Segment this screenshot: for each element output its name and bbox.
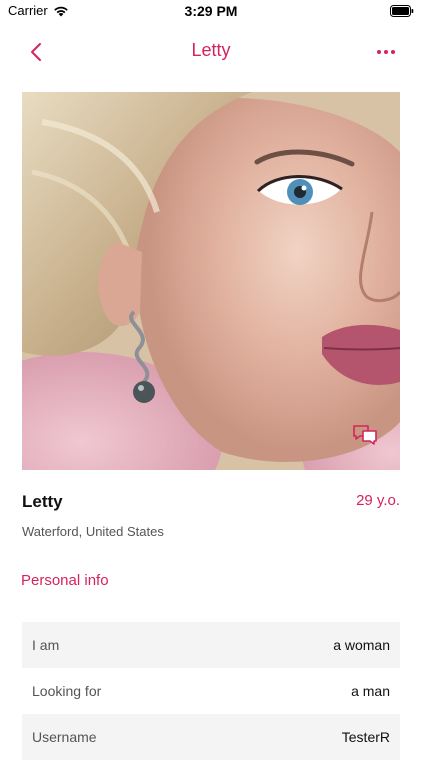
more-options-button[interactable]	[372, 38, 400, 66]
profile-photo[interactable]	[22, 92, 400, 470]
profile-location: Waterford, United States	[22, 524, 164, 539]
clock: 3:29 PM	[184, 3, 238, 19]
info-value: a man	[351, 683, 390, 699]
info-row-looking-for: Looking for a man	[22, 668, 400, 714]
info-value: TesterR	[341, 729, 390, 745]
section-title-personal-info: Personal info	[21, 572, 109, 589]
info-row-username: Username TesterR	[22, 714, 400, 760]
status-bar: Carrier 3:29 PM	[0, 0, 422, 24]
battery-icon	[390, 5, 414, 17]
page-title: Letty	[191, 40, 231, 60]
more-dots-icon	[377, 50, 395, 54]
navigation-bar: Letty	[0, 24, 422, 80]
chat-bubbles-icon[interactable]	[352, 424, 378, 446]
portrait-illustration	[22, 92, 400, 470]
info-label: I am	[32, 637, 60, 653]
profile-name: Letty	[22, 492, 63, 511]
info-label: Username	[32, 729, 97, 745]
info-label: Looking for	[32, 683, 102, 699]
personal-info-list: I am a woman Looking for a man Username …	[22, 622, 400, 760]
info-row-gender: I am a woman	[22, 622, 400, 668]
info-value: a woman	[333, 637, 390, 653]
profile-age: 29 y.o.	[356, 492, 400, 509]
